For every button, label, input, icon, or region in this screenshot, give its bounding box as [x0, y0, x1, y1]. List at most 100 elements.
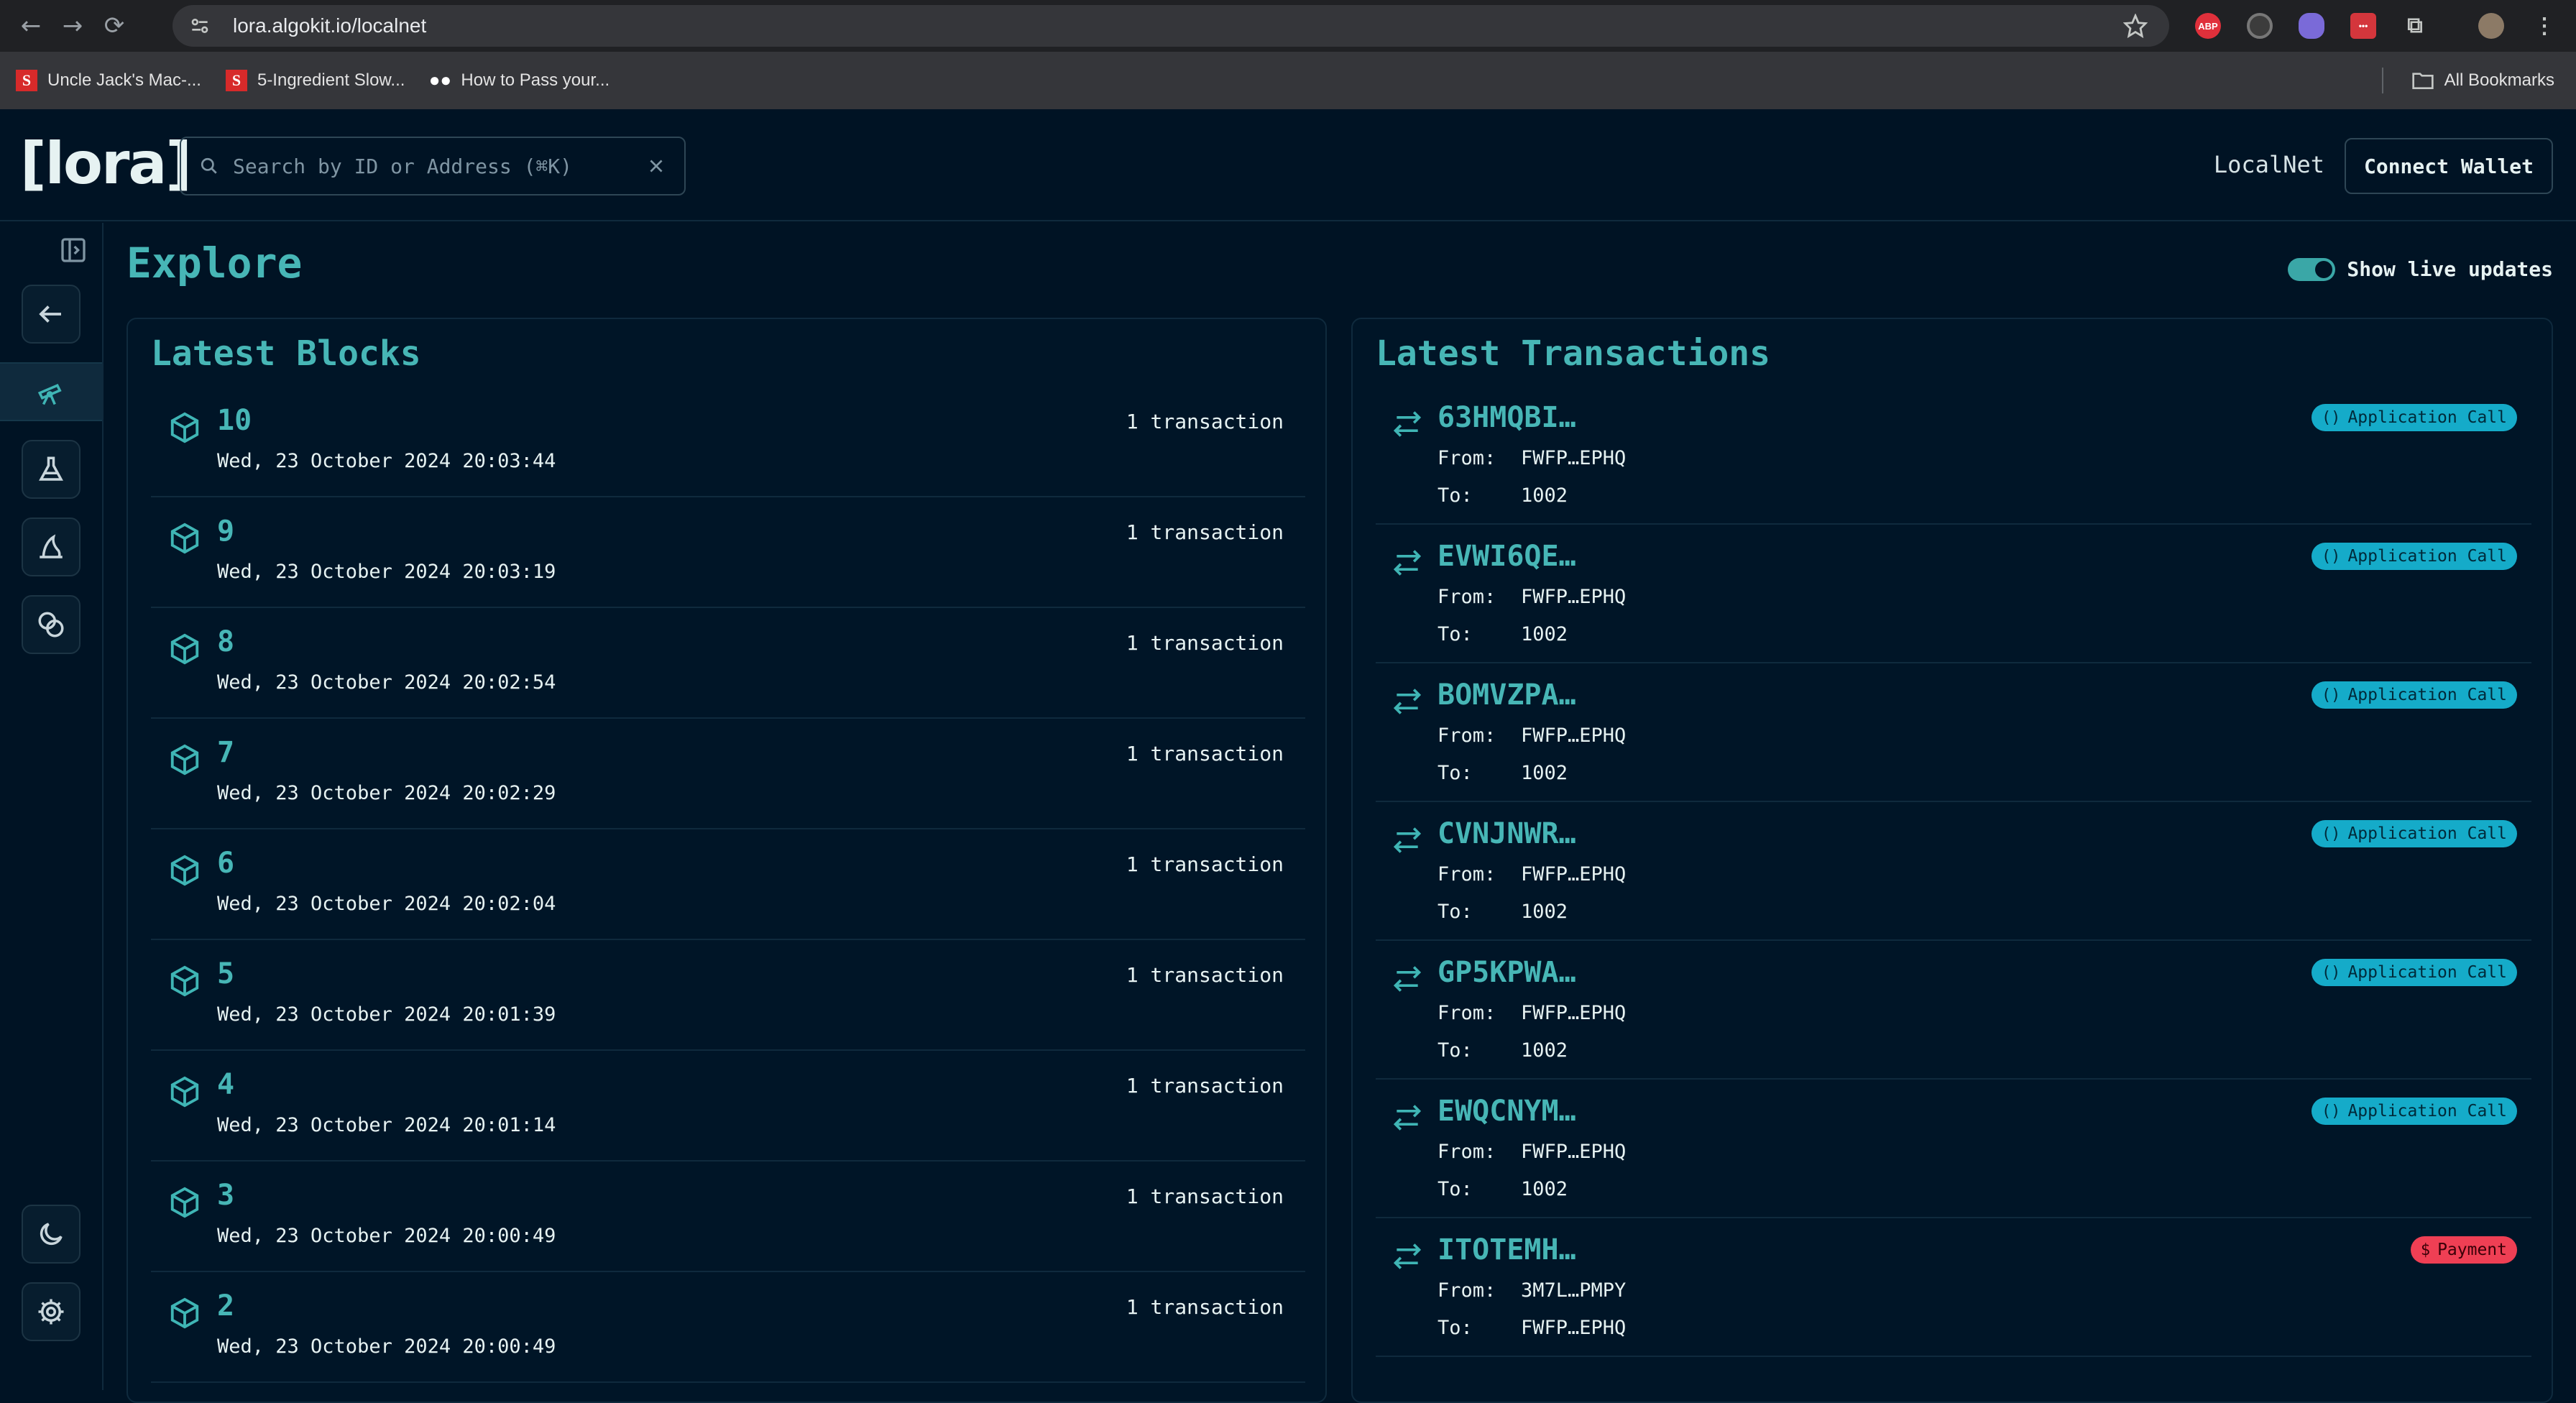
network-selector[interactable]: LocalNet: [2214, 151, 2324, 178]
settings-button[interactable]: [22, 1282, 80, 1341]
to-address-link[interactable]: 1002: [1521, 1039, 1568, 1062]
extensions-puzzle-icon[interactable]: ⧉: [2402, 13, 2428, 39]
tx-from: From: 3M7L…PMPY: [1438, 1279, 1626, 1302]
block-number-link[interactable]: 6: [217, 847, 234, 880]
to-label: To:: [1438, 1178, 1473, 1200]
sidebar-item-app-lab[interactable]: [22, 518, 80, 576]
from-address-link[interactable]: FWFP…EPHQ: [1521, 1002, 1626, 1024]
ghost-extension-icon[interactable]: [2299, 13, 2324, 39]
transaction-id-link[interactable]: GP5KPWA…: [1438, 956, 1576, 989]
from-address-link[interactable]: FWFP…EPHQ: [1521, 447, 1626, 469]
search-input[interactable]: [233, 154, 647, 178]
tx-type-label: Application Call: [2347, 547, 2507, 566]
to-address-link[interactable]: 1002: [1521, 484, 1568, 507]
toggle-knob: [2315, 260, 2333, 278]
transaction-id-link[interactable]: EVWI6QE…: [1438, 540, 1576, 573]
bookmark-star-icon[interactable]: [2123, 14, 2148, 38]
transaction-row[interactable]: CVNJNWR… From: FWFP…EPHQ To: 1002 () Applicati…: [1376, 803, 2531, 941]
transaction-id-link[interactable]: EWQCNYM…: [1438, 1095, 1576, 1128]
bookmark-item[interactable]: S 5-Ingredient Slow...: [225, 70, 405, 91]
block-row[interactable]: 9 Wed, 23 October 2024 20:03:19 1 transact…: [151, 497, 1305, 608]
from-address-link[interactable]: FWFP…EPHQ: [1521, 586, 1626, 608]
block-tx-count: 1 transaction: [1126, 520, 1284, 544]
block-number-link[interactable]: 7: [217, 736, 234, 769]
block-timestamp: Wed, 23 October 2024 20:00:49: [217, 1225, 556, 1247]
block-row[interactable]: 4 Wed, 23 October 2024 20:01:14 1 transact…: [151, 1051, 1305, 1162]
to-label: To:: [1438, 623, 1473, 645]
block-row[interactable]: 2 Wed, 23 October 2024 20:00:49 1 transact…: [151, 1272, 1305, 1383]
tx-type-badge: () Application Call: [2311, 681, 2517, 709]
red-extension-icon[interactable]: •••: [2350, 13, 2376, 39]
adblock-icon[interactable]: ABP: [2195, 13, 2221, 39]
sidebar-item-fund[interactable]: [22, 595, 80, 654]
address-bar[interactable]: lora.algokit.io/localnet: [172, 5, 2169, 47]
sidebar-collapse-icon[interactable]: [59, 236, 88, 264]
clear-icon[interactable]: [647, 157, 666, 175]
block-number-link[interactable]: 9: [217, 515, 234, 548]
to-address-link[interactable]: 1002: [1521, 623, 1568, 645]
transaction-row[interactable]: EWQCNYM… From: FWFP…EPHQ To: 1002 () Applicati…: [1376, 1080, 2531, 1218]
block-number-link[interactable]: 2: [217, 1289, 234, 1322]
tx-from: From: FWFP…EPHQ: [1438, 724, 1626, 747]
transaction-row[interactable]: 63HMQBI… From: FWFP…EPHQ To: 1002 () Applicati…: [1376, 387, 2531, 525]
chrome-menu-icon[interactable]: ⋮: [2531, 13, 2557, 39]
toggle-switch[interactable]: [2288, 257, 2336, 281]
block-row[interactable]: 3 Wed, 23 October 2024 20:00:49 1 transact…: [151, 1162, 1305, 1272]
block-tx-count: 1 transaction: [1126, 410, 1284, 433]
transaction-id-link[interactable]: ITOTEMH…: [1438, 1233, 1576, 1266]
block-number-link[interactable]: 3: [217, 1179, 234, 1212]
bookmark-item[interactable]: S Uncle Jack's Mac-...: [16, 70, 201, 91]
block-row[interactable]: 7 Wed, 23 October 2024 20:02:29 1 transact…: [151, 719, 1305, 829]
from-address-link[interactable]: 3M7L…PMPY: [1521, 1279, 1626, 1302]
block-row[interactable]: 5 Wed, 23 October 2024 20:01:39 1 transact…: [151, 940, 1305, 1051]
url-text[interactable]: lora.algokit.io/localnet: [233, 14, 426, 37]
to-address-link[interactable]: 1002: [1521, 762, 1568, 784]
block-timestamp: Wed, 23 October 2024 20:02:04: [217, 893, 556, 915]
bookmark-item[interactable]: ●● How to Pass your...: [429, 70, 610, 91]
block-cube-icon: [168, 854, 201, 887]
forward-icon[interactable]: →: [52, 5, 93, 47]
sidebar-item-explore[interactable]: [0, 362, 102, 421]
block-row[interactable]: 10 Wed, 23 October 2024 20:03:44 1 transac…: [151, 387, 1305, 497]
live-updates-toggle[interactable]: Show live updates: [2288, 257, 2553, 281]
profile-avatar[interactable]: [2478, 13, 2504, 39]
transaction-id-link[interactable]: 63HMQBI…: [1438, 401, 1576, 434]
back-button[interactable]: [22, 285, 80, 344]
block-number-link[interactable]: 8: [217, 625, 234, 658]
sidebar-item-lab[interactable]: [22, 440, 80, 499]
transaction-row[interactable]: ITOTEMH… From: 3M7L…PMPY To: FWFP…EPHQ $ Payme…: [1376, 1219, 2531, 1357]
transaction-row[interactable]: EVWI6QE… From: FWFP…EPHQ To: 1002 () Applicati…: [1376, 525, 2531, 663]
from-address-link[interactable]: FWFP…EPHQ: [1521, 863, 1626, 886]
transaction-row[interactable]: BOMVZPA… From: FWFP…EPHQ To: 1002 () Applicati…: [1376, 664, 2531, 802]
bookmarks-bar: S Uncle Jack's Mac-... S 5-Ingredient Sl…: [0, 52, 2576, 109]
block-number-link[interactable]: 10: [217, 404, 252, 437]
to-address-link[interactable]: 1002: [1521, 901, 1568, 923]
tx-from: From: FWFP…EPHQ: [1438, 447, 1626, 469]
to-address-link[interactable]: 1002: [1521, 1178, 1568, 1200]
block-number-link[interactable]: 4: [217, 1068, 234, 1101]
block-row[interactable]: 8 Wed, 23 October 2024 20:02:54 1 transact…: [151, 608, 1305, 719]
from-address-link[interactable]: FWFP…EPHQ: [1521, 1141, 1626, 1163]
connect-wallet-button[interactable]: Connect Wallet: [2345, 138, 2553, 194]
transaction-row[interactable]: GP5KPWA… From: FWFP…EPHQ To: 1002 () Applicati…: [1376, 942, 2531, 1080]
block-number-link[interactable]: 5: [217, 957, 234, 990]
site-settings-icon[interactable]: [188, 14, 211, 37]
latest-transactions-title: Latest Transactions: [1376, 334, 1771, 374]
transfer-arrows-icon: [1392, 408, 1423, 440]
transaction-id-link[interactable]: CVNJNWR…: [1438, 817, 1576, 850]
parentheses-icon: (): [2321, 408, 2341, 427]
reload-icon[interactable]: ⟳: [93, 5, 135, 47]
from-address-link[interactable]: FWFP…EPHQ: [1521, 724, 1626, 747]
lora-logo[interactable]: [lora]: [20, 135, 192, 193]
transaction-id-link[interactable]: BOMVZPA…: [1438, 678, 1576, 712]
to-address-link[interactable]: FWFP…EPHQ: [1521, 1317, 1626, 1339]
block-row[interactable]: 6 Wed, 23 October 2024 20:02:04 1 transact…: [151, 829, 1305, 940]
to-label: To:: [1438, 762, 1473, 784]
dark-reader-icon[interactable]: [2247, 13, 2273, 39]
block-timestamp: Wed, 23 October 2024 20:02:54: [217, 671, 556, 694]
from-label: From:: [1438, 1279, 1496, 1302]
theme-toggle-button[interactable]: [22, 1205, 80, 1264]
all-bookmarks-button[interactable]: All Bookmarks: [2411, 70, 2554, 91]
back-icon[interactable]: ←: [10, 5, 52, 47]
search-box[interactable]: [180, 137, 686, 196]
